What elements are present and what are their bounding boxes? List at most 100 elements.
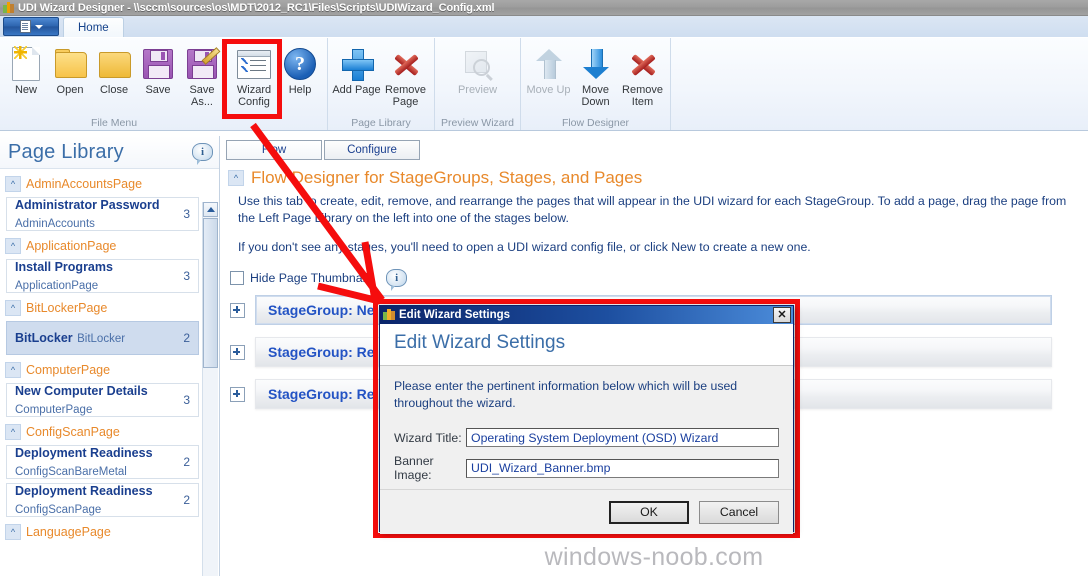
dialog-body: Please enter the pertinent information b… [380,366,793,489]
page-count: 3 [183,268,190,283]
wizard-title-label: Wizard Title: [394,430,462,445]
ribbon-button-save-as-label: Save As... [189,84,215,108]
wizard-title-field-row: Wizard Title: Operating System Deploymen… [394,428,779,447]
ribbon-button-save-as[interactable]: Save As... [180,41,224,116]
list-item[interactable]: Deployment Readiness ConfigScanPage 2 [6,483,199,517]
ribbon-button-add-page-label: Add Page [332,84,381,96]
new-document-icon [12,46,40,82]
info-bubble-icon[interactable]: i [192,143,213,165]
collapse-chevron-icon[interactable]: ^ [5,362,21,378]
ribbon-group-page-library: Add Page Remove Page Page Library [327,38,434,130]
tab-flow[interactable]: Flow [226,140,322,160]
ribbon-group-spacer-label [227,116,327,130]
ribbon-content: New Open Close Save Save As... File Menu… [0,37,1088,130]
sidebar-group-applicationpage[interactable]: ^ ApplicationPage [0,235,203,257]
ribbon-button-add-page[interactable]: Add Page [332,41,381,116]
page-subtitle: BitLocker [77,332,126,345]
ribbon: Home New Open Close Save Save As... File… [0,16,1088,131]
ribbon-button-remove-item[interactable]: Remove Item [619,41,666,116]
stage-group-label: StageGroup: Ne [268,302,375,318]
ribbon-button-open[interactable]: Open [48,41,92,116]
office-orb-button[interactable] [3,17,59,36]
sidebar-group-computerpage[interactable]: ^ ComputerPage [0,359,203,381]
ribbon-button-preview-label: Preview [457,84,498,96]
arrow-up-icon [535,46,562,82]
ribbon-button-close[interactable]: Close [92,41,136,116]
ribbon-button-move-up-label: Move Up [526,84,571,96]
udi-app-icon [383,309,396,321]
list-item[interactable]: Install Programs ApplicationPage 3 [6,259,199,293]
page-subtitle: ApplicationPage [15,279,99,292]
page-title: Administrator Password [15,197,160,212]
banner-image-field-row: Banner Image: UDI_Wizard_Banner.bmp [394,454,779,482]
red-x-icon [628,46,658,82]
ribbon-button-save[interactable]: Save [136,41,180,116]
close-folder-icon [99,46,131,82]
list-item[interactable]: Deployment Readiness ConfigScanBareMetal… [6,445,199,479]
list-item-selected[interactable]: BitLocker BitLocker 2 [6,321,199,355]
ribbon-button-open-label: Open [56,84,84,96]
list-item[interactable]: Administrator Password AdminAccounts 3 [6,197,199,231]
collapse-chevron-icon[interactable]: ^ [5,524,21,540]
expand-plus-icon[interactable] [230,386,245,402]
section-paragraph-1: Use this tab to create, edit, remove, an… [238,194,1067,225]
ribbon-empty-space [670,38,1088,130]
arrow-down-icon [582,46,609,82]
page-count: 2 [183,454,190,469]
banner-image-input[interactable]: UDI_Wizard_Banner.bmp [466,458,779,478]
page-title: Deployment Readiness [15,445,153,460]
collapse-chevron-icon[interactable]: ^ [5,238,21,254]
dialog-banner: Edit Wizard Settings [380,324,793,366]
dialog-fields: Wizard Title: Operating System Deploymen… [394,428,779,482]
page-subtitle: ConfigScanPage [15,503,102,516]
ribbon-group-flow-designer-label: Flow Designer [561,117,630,129]
edit-wizard-settings-dialog[interactable]: Edit Wizard Settings ✕ Edit Wizard Setti… [379,305,794,534]
ribbon-button-preview: Preview [453,41,503,116]
ribbon-group-preview-wizard-label: Preview Wizard [441,117,514,129]
page-library-panel: Page Library i ^ AdminAccountsPage Admin… [0,136,220,576]
ribbon-button-wizard-config[interactable]: Wizard Config [231,41,277,116]
cancel-button[interactable]: Cancel [699,500,779,524]
collapse-chevron-icon[interactable]: ^ [5,424,21,440]
ribbon-button-help[interactable]: ? Help [277,41,323,116]
ribbon-button-save-label: Save [145,84,171,96]
window-titlebar: UDI Wizard Designer - \\sccm\sources\os\… [0,0,1088,16]
scrollbar-thumb[interactable] [203,218,218,368]
wizard-title-input[interactable]: Operating System Deployment (OSD) Wizard [466,428,779,447]
sidebar-group-languagepage[interactable]: ^ LanguagePage [0,521,203,543]
ok-button[interactable]: OK [609,500,689,524]
save-disk-icon [143,46,173,82]
tab-configure[interactable]: Configure [324,140,420,160]
collapse-chevron-icon[interactable]: ^ [5,300,21,316]
page-title: New Computer Details [15,383,148,398]
ribbon-button-remove-page[interactable]: Remove Page [381,41,430,116]
sidebar-group-configscanpage[interactable]: ^ ConfigScanPage [0,421,203,443]
sidebar-group-adminaccountspage[interactable]: ^ AdminAccountsPage [0,173,203,195]
section-header: ^ Flow Designer for StageGroups, Stages,… [220,160,1088,188]
dialog-message: Please enter the pertinent information b… [394,379,738,410]
collapse-chevron-icon[interactable]: ^ [228,170,244,186]
ribbon-button-close-label: Close [99,84,129,96]
page-library-header: Page Library i [0,136,219,169]
list-item[interactable]: New Computer Details ComputerPage 3 [6,383,199,417]
expand-plus-icon[interactable] [230,344,245,360]
help-question-icon: ? [284,46,316,82]
hide-thumbnails-label: Hide Page Thumbnails [250,271,375,285]
sidebar-group-label: BitLockerPage [26,301,108,315]
info-bubble-icon[interactable]: i [386,269,408,291]
hide-thumbnails-checkbox[interactable] [230,271,244,285]
tab-home[interactable]: Home [63,17,124,37]
expand-plus-icon[interactable] [230,302,245,318]
page-library-scroll-area[interactable]: ^ AdminAccountsPage Administrator Passwo… [0,169,219,576]
page-subtitle: AdminAccounts [15,217,95,230]
scroll-up-arrow-icon[interactable] [203,202,218,217]
ribbon-tabstrip: Home [0,16,1088,37]
sidebar-group-bitlockerpage[interactable]: ^ BitLockerPage [0,297,203,319]
ribbon-button-new[interactable]: New [4,41,48,116]
close-icon[interactable]: ✕ [773,307,791,323]
sidebar-scrollbar[interactable] [202,202,218,576]
collapse-chevron-icon[interactable]: ^ [5,176,21,192]
ribbon-button-move-down[interactable]: Move Down [572,41,619,116]
sidebar-group-label: AdminAccountsPage [26,177,143,191]
page-library-title: Page Library [8,140,124,163]
